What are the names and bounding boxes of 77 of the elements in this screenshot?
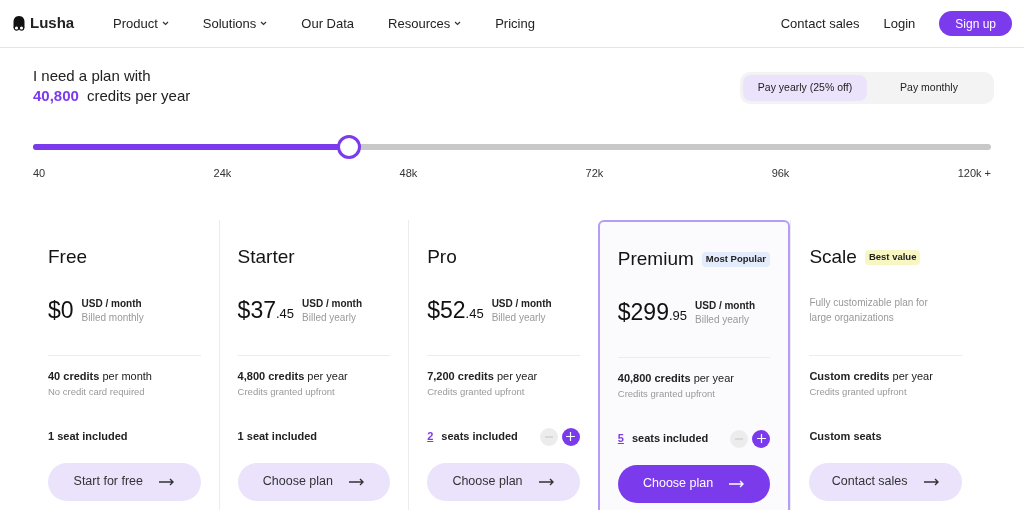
seats-text: Custom seats	[809, 429, 882, 445]
slider-tick-label: 120k +	[957, 166, 991, 181]
logo-text: Lusha	[30, 13, 75, 34]
arrow-right-icon	[729, 479, 746, 488]
arrow-right-icon	[159, 477, 176, 486]
nav-link[interactable]: Product	[113, 13, 169, 34]
chevron-down-icon	[260, 21, 268, 26]
slider-tick-label: 40	[33, 166, 46, 181]
plan-badge: Best value	[864, 250, 921, 265]
price-unit: USD / month	[491, 296, 552, 311]
plus-icon	[756, 434, 766, 443]
nav-link[interactable]: Solutions	[202, 13, 268, 34]
seats-text: seats included	[441, 429, 518, 445]
plus-icon	[566, 432, 576, 441]
credits-note: Credits granted upfront	[237, 384, 336, 399]
increase-button[interactable]	[752, 429, 771, 448]
price-unit: USD / month	[302, 296, 363, 311]
price: $299.95	[617, 301, 688, 324]
sign-up-button[interactable]: Sign up	[939, 11, 1012, 36]
logo-icon	[12, 16, 26, 31]
plan-name: Premium	[617, 247, 694, 272]
slider-tick-label: 96k	[771, 166, 790, 181]
billing-period: Billed monthly	[81, 310, 144, 325]
seat-count: 5	[617, 431, 624, 447]
credits-note: Credits granted upfront	[809, 384, 908, 399]
plan-name: Starter	[237, 245, 295, 270]
price: $52.45	[427, 299, 484, 322]
plan-heading: I need a plan with	[33, 66, 152, 86]
seat-count: 2	[427, 429, 434, 445]
increase-button[interactable]	[561, 427, 580, 446]
credits-note: Credits granted upfront	[617, 386, 716, 401]
credits-text: 7,200 credits per year	[427, 368, 539, 384]
price-unit: USD / month	[695, 298, 756, 313]
price: $0	[48, 299, 74, 322]
contact-sales-link[interactable]: Contact sales	[780, 13, 860, 34]
plan-name: Pro	[427, 245, 457, 270]
chevron-down-icon	[454, 21, 462, 26]
nav-link[interactable]: Our Data	[301, 13, 355, 34]
login-link[interactable]: Login	[883, 13, 916, 34]
plan-button[interactable]: Choose plan	[237, 462, 391, 501]
credits-text: 40,800 credits per year	[617, 370, 735, 386]
billing-option[interactable]: Pay yearly (25% off)	[743, 75, 867, 101]
credit-amount: 40,800	[33, 86, 79, 106]
nav-link[interactable]: Pricing	[495, 13, 535, 34]
arrow-right-icon	[349, 477, 365, 486]
plan-button[interactable]: Start for free	[48, 462, 201, 501]
plan-name: Scale	[809, 245, 857, 270]
billing-period: Billed yearly	[491, 310, 547, 325]
credits-slider[interactable]	[33, 135, 991, 159]
credits-text: 4,800 credits per year	[237, 368, 349, 384]
chevron-down-icon	[161, 21, 169, 26]
slider-tick-label: 48k	[399, 166, 418, 181]
nav-link[interactable]: Resources	[388, 13, 462, 34]
slider-thumb[interactable]	[337, 135, 362, 159]
credits-text: 40 credits per month	[48, 368, 153, 384]
seats-text: 1 seat included	[237, 429, 318, 445]
seats-text: seats included	[631, 431, 709, 447]
arrow-right-icon	[923, 477, 940, 486]
credits-note: No credit card required	[48, 384, 146, 399]
credit-unit: credits per year	[86, 86, 191, 106]
plan-button[interactable]: Contact sales	[809, 462, 962, 501]
plan-name: Free	[48, 245, 88, 270]
billing-period: Billed yearly	[302, 310, 357, 325]
plan-description: Fully customizable plan for large organizations	[809, 295, 929, 325]
plan-badge: Most Popular	[701, 252, 770, 267]
plan-button[interactable]: Choose plan	[427, 462, 580, 501]
price-unit: USD / month	[81, 296, 143, 311]
price: $37.45	[237, 299, 295, 322]
billing-period: Billed yearly	[695, 312, 750, 327]
arrow-right-icon	[538, 477, 555, 486]
plan-button[interactable]: Choose plan	[617, 464, 771, 503]
slider-tick-label: 72k	[585, 166, 604, 181]
billing-option[interactable]: Pay monthly	[867, 75, 991, 101]
slider-tick-label: 24k	[213, 166, 232, 181]
seats-text: 1 seat included	[48, 429, 128, 445]
credits-note: Credits granted upfront	[427, 384, 526, 399]
credits-text: Custom credits per year	[809, 368, 934, 384]
